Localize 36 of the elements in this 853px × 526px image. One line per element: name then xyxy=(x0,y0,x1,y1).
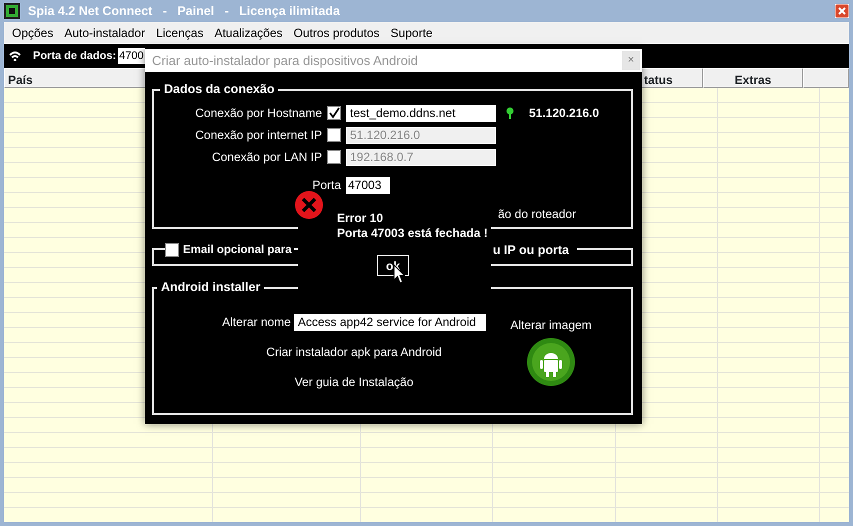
checkbox[interactable] xyxy=(327,106,341,120)
window-title: Spia 4.2 Net Connect - Painel - Licença ilimitada xyxy=(28,2,340,20)
port-field[interactable]: 4700 xyxy=(118,48,145,64)
menu-item[interactable]: Auto-instalador xyxy=(60,24,152,42)
error-title: Error 10 xyxy=(337,211,384,226)
menu-item[interactable]: Outros produtos xyxy=(290,24,387,42)
input-field[interactable]: test_demo.ddns.net xyxy=(346,104,496,122)
column-header[interactable]: Extras xyxy=(703,68,803,88)
check-icon xyxy=(328,107,340,119)
header-cell xyxy=(803,68,849,88)
field-label: Conexão por Hostname xyxy=(194,105,322,122)
port-label: Porta de dados: xyxy=(33,48,116,64)
error-message: Porta 47003 está fechada ! xyxy=(337,226,488,241)
app-icon xyxy=(4,3,20,19)
close-button[interactable]: × xyxy=(622,51,640,70)
wifi-icon xyxy=(9,51,21,61)
menu-item[interactable]: Licenças xyxy=(152,24,210,42)
menu-item[interactable]: Atualizações xyxy=(210,24,290,42)
field-label: Conexão por LAN IP xyxy=(210,149,322,166)
name-input[interactable]: Access app42 service for Android xyxy=(294,314,486,330)
ip-address: 51.120.216.0 xyxy=(529,105,600,122)
signal-icon xyxy=(506,107,514,119)
dialog-title: Criar auto-instalador para dispositivos Android xyxy=(152,52,418,70)
install-guide-link[interactable]: Ver guia de Instalação xyxy=(294,373,414,391)
field-label: Porta xyxy=(311,177,341,194)
router-note: ão do roteador xyxy=(498,206,576,223)
menu-item[interactable]: Suporte xyxy=(386,24,440,42)
close-icon[interactable] xyxy=(835,4,849,18)
robot-icon[interactable] xyxy=(527,338,575,386)
menu-item[interactable]: Opções xyxy=(8,24,60,42)
port-input[interactable]: 47003 xyxy=(346,176,390,194)
field-label: Conexão por internet IP xyxy=(194,127,322,144)
create-apk-link[interactable]: Criar instalador apk para Android xyxy=(266,343,442,361)
checkbox[interactable] xyxy=(165,243,179,258)
change-image-link[interactable]: Alterar imagem xyxy=(510,316,592,334)
field-label: Alterar nome xyxy=(222,314,291,331)
